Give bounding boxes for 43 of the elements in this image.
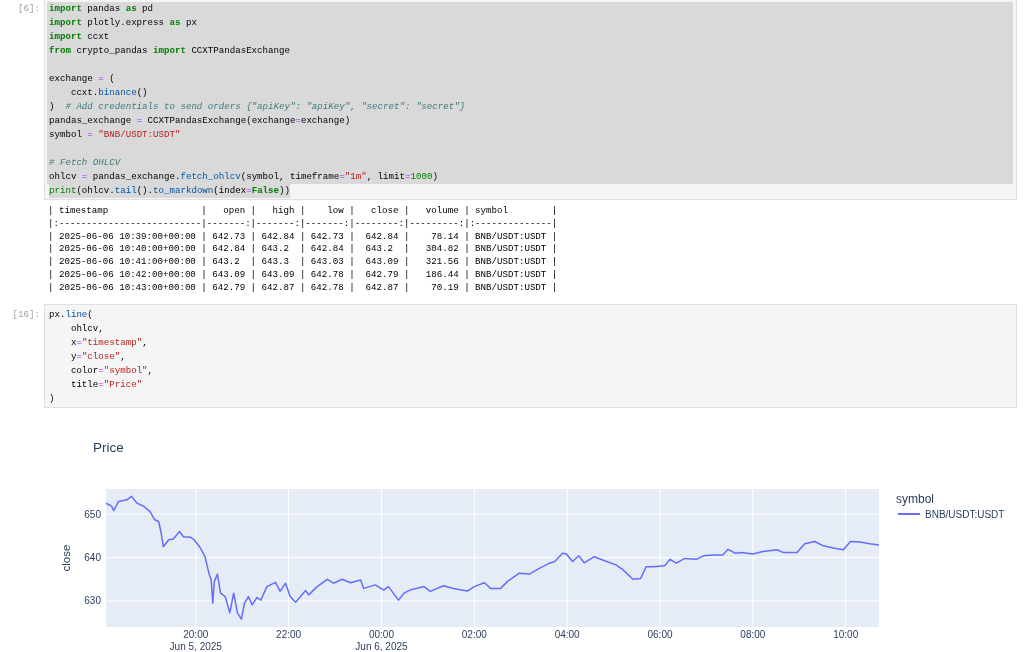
x-tick-label: 20:00 Jun 5, 2025 [169,628,222,651]
code-line: title="Price" [69,377,143,392]
chart-title: Price [93,439,124,455]
output-line: | 2025-06-06 10:43:00+00:00 | 642.79 | 642.87 | 642.78 | 642.87 | 70.19 | BNB/USDT:USDT | [48,281,558,295]
output-line: | timestamp | open | high | low | close | volume | symbol | [48,205,558,218]
y-axis-title: close [60,544,72,571]
x-tick-label: 06:00 [647,628,673,640]
code-line: symbol = "BNB/USDT:USDT" [49,128,181,142]
code-line: ohlcv = pandas_exchange.fetch_ohlcv(symbol, timeframe="1m", limit=1000) [49,170,438,184]
x-tick-label: 08:00 [740,628,766,640]
y-tick-label: 650 [84,508,101,520]
code-line: color="symbol", [69,363,154,378]
legend-label[interactable]: BNB/USDT:USDT [925,508,1005,520]
code-line: exchange = ( [49,72,115,86]
execution-count: [16]: [12,308,40,320]
output-line: | 2025-06-06 10:42:00+00:00 | 643.09 | 643.09 | 642.78 | 642.79 | 186.44 | BNB/USDT:USDT | [48,269,558,282]
execution-count: [6]: [18,3,40,14]
x-tick-label: 04:00 [554,628,580,640]
code-line: # Fetch OHLCV [49,156,121,170]
y-tick-label: 640 [84,551,101,563]
output-line: | 2025-06-06 10:40:00+00:00 | 642.84 | 643.2 | 642.84 | 643.2 | 304.82 | BNB/USDT:USDT | [48,243,558,257]
output-line: | 2025-06-06 10:39:00+00:00 | 642.73 | 642.84 | 642.73 | 642.84 | 78.14 | BNB/USDT:USDT | [48,230,558,244]
code-line: y="close", [69,349,126,364]
x-tick-label: 00:00 Jun 6, 2025 [355,628,408,651]
x-tick-label: 10:00 [833,628,859,640]
code-line: px.line( [49,307,93,322]
x-tick-label: 02:00 [461,628,487,640]
code-line: from crypto_pandas import CCXTPandasExchange [49,44,290,58]
code-line: ohlcv, [69,321,104,336]
y-tick-label: 630 [84,595,101,607]
legend-title: symbol [896,491,934,506]
output-line: | 2025-06-06 10:41:00+00:00 | 643.2 | 643.3 | 643.03 | 643.09 | 321.56 | BNB/USDT:USDT | [48,256,558,269]
code-line: import plotly.express as px [49,16,197,30]
code-line: ccxt.binance() [69,86,148,100]
code-editor[interactable]: px.line( ohlcv, x="timestamp", y="close", color="symbol", title="Price" ) [44,303,1017,408]
code-line: import ccxt [49,30,110,44]
code-line: pandas_exchange = CCXTPandasExchange(exchange=exchange) [49,114,351,128]
x-tick-label: 22:00 [276,628,302,640]
code-line: ) # Add credentials to send orders {"apiKey": "apiKey", "secret": "secret"} [49,100,466,114]
code-line: ) [49,391,55,406]
code-line: x="timestamp", [69,335,148,350]
output-line: |:--------------------------|-------:|-------:|-------:|--------:|---------:|:--------------| [48,217,558,231]
code-line: import pandas as pd [49,2,154,16]
